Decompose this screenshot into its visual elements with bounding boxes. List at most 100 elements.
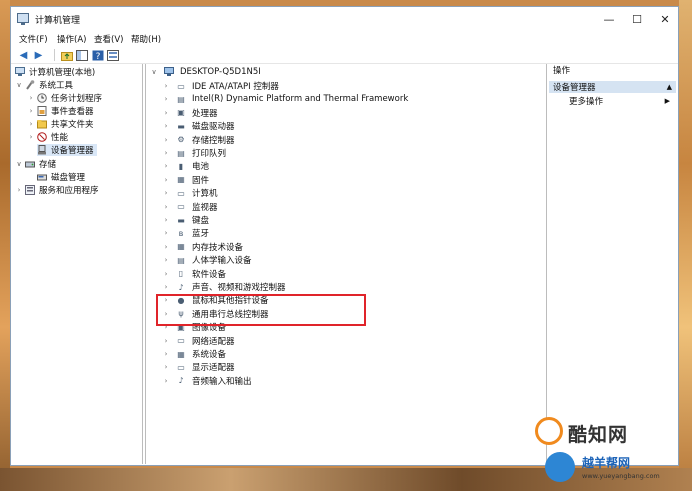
tree-item-system-tools[interactable]: ∨ 系统工具 [15, 79, 73, 91]
computer-icon: ▭ [177, 188, 185, 198]
expand-chevron-icon[interactable]: › [162, 363, 170, 371]
expand-chevron-icon[interactable]: › [162, 122, 170, 130]
more-actions-item[interactable]: 更多操作 ▶ [569, 95, 674, 107]
expand-chevron-icon[interactable]: › [27, 120, 35, 128]
collapse-chevron-icon[interactable]: ∨ [150, 68, 158, 76]
device-category-item[interactable]: › ▦ 内存技术设备 [162, 241, 243, 253]
expand-chevron-icon[interactable]: › [27, 94, 35, 102]
device-category-item[interactable]: › ▬ 磁盘驱动器 [162, 120, 235, 133]
expand-chevron-icon[interactable]: › [162, 149, 170, 157]
menu-action[interactable]: 操作(A) [57, 33, 86, 45]
expand-chevron-icon[interactable]: › [162, 243, 170, 251]
window-title: 计算机管理 [35, 16, 81, 26]
device-category-item[interactable]: › ▤ 打印队列 [162, 147, 226, 160]
device-manager-icon [37, 145, 47, 155]
expand-chevron-icon[interactable]: › [162, 337, 170, 345]
tree-item-disk-management[interactable]: 磁盘管理 [37, 171, 85, 183]
more-actions-label: 更多操作 [569, 97, 604, 107]
thermal-framework-icon: ▤ [177, 94, 185, 104]
device-category-item[interactable]: › ▣ 处理器 [162, 107, 218, 119]
tree-item-device-manager[interactable]: 设备管理器 [37, 144, 97, 156]
help-icon[interactable]: ? [91, 49, 104, 61]
tree-item-storage[interactable]: ∨ 存储 [15, 158, 56, 170]
expand-chevron-icon[interactable]: › [162, 350, 170, 358]
expand-chevron-icon[interactable]: › [162, 176, 170, 184]
tree-item-event-viewer[interactable]: › 事件查看器 [27, 105, 94, 117]
tree-item-label: 服务和应用程序 [39, 186, 99, 196]
device-category-label: 声音、视频和游戏控制器 [192, 283, 286, 293]
menu-file[interactable]: 文件(F) [19, 33, 48, 45]
forward-arrow-icon[interactable]: ▶ [32, 49, 45, 61]
system-device-icon: ▦ [177, 349, 185, 359]
device-category-item[interactable]: › ▭ 计算机 [162, 187, 218, 200]
tree-item-computer-management[interactable]: 计算机管理(本地) [15, 66, 95, 78]
device-category-item[interactable]: › ▭ IDE ATA/ATAPI 控制器 [162, 80, 279, 93]
device-category-item[interactable]: › ▭ 显示适配器 [162, 361, 235, 374]
expand-chevron-icon[interactable]: › [162, 283, 170, 291]
event-viewer-icon [37, 106, 47, 116]
device-category-item[interactable]: › ▬ 键盘 [162, 214, 209, 227]
expand-chevron-icon[interactable]: › [162, 229, 170, 237]
device-category-label: Intel(R) Dynamic Platform and Thermal Fr… [192, 94, 409, 105]
device-category-item[interactable]: › ▮ 电池 [162, 160, 209, 173]
device-category-label: 固件 [192, 175, 210, 186]
expand-chevron-icon[interactable]: › [162, 82, 170, 90]
maximize-button[interactable]: ☐ [623, 10, 651, 28]
expand-chevron-icon[interactable]: › [162, 109, 170, 117]
tree-item-services-applications[interactable]: › 服务和应用程序 [15, 184, 99, 196]
collapse-chevron-icon[interactable]: ∨ [15, 160, 23, 168]
device-category-label: 内存技术设备 [192, 242, 244, 253]
close-button[interactable]: ✕ [651, 10, 679, 28]
device-category-item[interactable]: › ▤ Intel(R) Dynamic Platform and Thermal … [162, 93, 409, 105]
device-category-item[interactable]: › ▦ 固件 [162, 174, 209, 186]
properties-icon[interactable] [106, 49, 119, 61]
device-category-item[interactable]: › ʙ 蓝牙 [162, 227, 209, 240]
collapse-up-arrow-icon[interactable]: ▲ [667, 83, 672, 91]
console-tree: 计算机管理(本地) ∨ 系统工具 › 任务计划程序 › 事件查看器 › 共享文件… [13, 64, 143, 464]
expand-chevron-icon[interactable]: › [162, 162, 170, 170]
tree-item-task-scheduler[interactable]: › 任务计划程序 [27, 92, 102, 104]
watermark-brand-1: 酷知网 [568, 424, 629, 446]
device-category-item[interactable]: › ⚙ 存储控制器 [162, 134, 235, 146]
device-category-label: 计算机 [192, 189, 218, 200]
minimize-button[interactable]: — [595, 10, 623, 28]
menu-view[interactable]: 查看(V) [94, 33, 123, 45]
device-root[interactable]: ∨ DESKTOP-Q5D1N5I [150, 66, 261, 78]
expand-chevron-icon[interactable]: › [162, 95, 170, 103]
device-category-item[interactable]: › ♪ 声音、视频和游戏控制器 [162, 281, 286, 294]
expand-chevron-icon[interactable]: › [27, 107, 35, 115]
up-folder-icon[interactable] [60, 49, 73, 61]
memory-device-icon: ▦ [177, 242, 185, 252]
menu-help[interactable]: 帮助(H) [131, 33, 161, 45]
expand-chevron-icon[interactable]: › [162, 203, 170, 211]
back-arrow-icon[interactable]: ◀ [17, 49, 30, 61]
actions-section-device-manager[interactable]: 设备管理器 ▲ [549, 81, 676, 93]
expand-chevron-icon[interactable]: › [162, 377, 170, 385]
computer-root-icon [164, 67, 174, 77]
show-hide-console-tree-icon[interactable] [75, 49, 88, 61]
expand-chevron-icon[interactable]: › [162, 216, 170, 224]
expand-chevron-icon[interactable]: › [15, 186, 23, 194]
device-category-item[interactable]: › ▭ 监视器 [162, 201, 218, 213]
actions-section-label: 设备管理器 [553, 83, 596, 93]
disk-drive-icon: ▬ [177, 121, 185, 131]
expand-chevron-icon[interactable]: › [27, 133, 35, 141]
tree-item-performance[interactable]: › 性能 [27, 131, 68, 143]
device-category-label: 系统设备 [192, 350, 227, 360]
storage-icon [25, 159, 35, 169]
collapse-chevron-icon[interactable]: ∨ [15, 81, 23, 89]
expand-chevron-icon[interactable]: › [162, 256, 170, 264]
computer-management-app-icon [17, 13, 29, 25]
device-category-item[interactable]: › ▤ 人体学输入设备 [162, 254, 252, 267]
device-category-label: 人体学输入设备 [192, 256, 252, 267]
device-category-label: 存储控制器 [192, 135, 235, 146]
expand-chevron-icon[interactable]: › [162, 270, 170, 278]
expand-chevron-icon[interactable]: › [162, 136, 170, 144]
sound-icon: ♪ [178, 282, 184, 292]
tree-item-shared-folders[interactable]: › 共享文件夹 [27, 118, 94, 130]
device-category-item[interactable]: › ♪ 音频输入和输出 [162, 375, 252, 387]
device-category-item[interactable]: › ▯ 软件设备 [162, 268, 226, 280]
device-category-item[interactable]: › ▭ 网络适配器 [162, 335, 235, 347]
device-category-item[interactable]: › ▦ 系统设备 [162, 348, 227, 361]
expand-chevron-icon[interactable]: › [162, 189, 170, 197]
